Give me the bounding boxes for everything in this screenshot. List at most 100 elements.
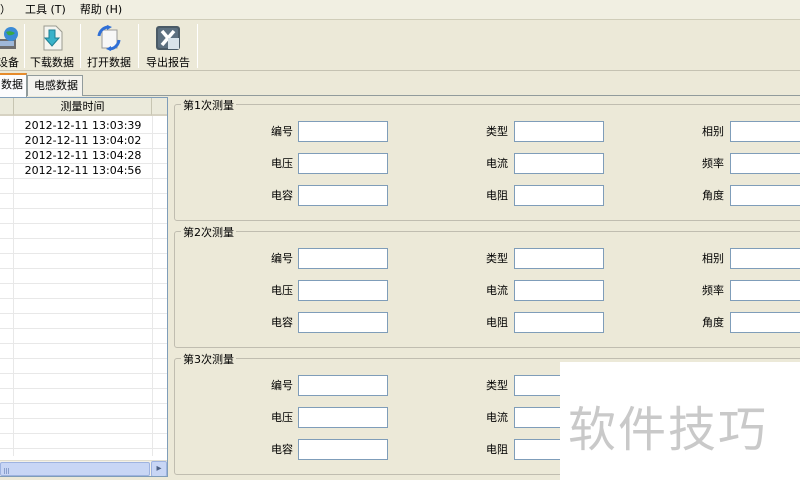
- device-button-label: 设备: [0, 56, 19, 69]
- download-data-button[interactable]: 下载数据: [27, 21, 77, 71]
- scrollbar-thumb[interactable]: [0, 462, 150, 476]
- measurement-group-2: 第2次测量 编号 类型 相别 电压 电流 频率 电容 电阻 角度: [174, 224, 800, 348]
- measurement-list[interactable]: 测量时间 2012-12-11 13:03:39 2012-12-11 13:0…: [0, 97, 168, 477]
- voltage-field[interactable]: [298, 407, 388, 428]
- field-label: 电容: [271, 443, 293, 456]
- toolbar-separator: [138, 24, 139, 68]
- toolbar-separator: [80, 24, 81, 68]
- list-item-time: 2012-12-11 13:04:56: [24, 164, 142, 177]
- field-label: 电流: [486, 284, 508, 297]
- excel-export-icon: [156, 26, 180, 50]
- list-item[interactable]: 2012-12-11 13:04:02: [0, 134, 167, 149]
- tab-strip: 数据 电感数据: [0, 72, 800, 97]
- list-item: [0, 284, 167, 299]
- list-item[interactable]: 2012-12-11 13:04:56: [0, 164, 167, 179]
- number-field[interactable]: [298, 248, 388, 269]
- resistance-field[interactable]: [514, 312, 604, 333]
- frequency-field[interactable]: [730, 280, 800, 301]
- current-field[interactable]: [514, 280, 604, 301]
- field-label: 类型: [486, 252, 508, 265]
- phase-field[interactable]: [730, 248, 800, 269]
- field-label: 类型: [486, 379, 508, 392]
- list-item[interactable]: 2012-12-11 13:03:39: [0, 119, 167, 134]
- voltage-field[interactable]: [298, 153, 388, 174]
- list-item: [0, 329, 167, 344]
- device-button[interactable]: 设备: [0, 21, 30, 71]
- list-item: [0, 314, 167, 329]
- field-label: 电阻: [486, 443, 508, 456]
- capacitance-field[interactable]: [298, 312, 388, 333]
- angle-field[interactable]: [730, 312, 800, 333]
- list-item-time: 2012-12-11 13:04:02: [24, 134, 142, 147]
- watermark: 软件技巧: [560, 362, 800, 480]
- menu-item-tools[interactable]: 工具 (T): [21, 0, 70, 20]
- field-label: 电压: [271, 284, 293, 297]
- menu-item-partial[interactable]: ）: [0, 0, 15, 20]
- list-item[interactable]: 2012-12-11 13:04:28: [0, 149, 167, 164]
- field-label: 电压: [271, 411, 293, 424]
- list-header-cell[interactable]: [152, 98, 167, 116]
- number-field[interactable]: [298, 121, 388, 142]
- list-item: [0, 404, 167, 419]
- field-label: 类型: [486, 125, 508, 138]
- download-arrow-icon: [43, 25, 63, 51]
- list-item-time: 2012-12-11 13:04:28: [24, 149, 142, 162]
- menu-bar: ） 工具 (T) 帮助 (H): [0, 0, 800, 20]
- list-item: [0, 269, 167, 284]
- list-item: [0, 374, 167, 389]
- tab-inductance-data[interactable]: 电感数据: [27, 75, 83, 96]
- field-label: 电阻: [486, 189, 508, 202]
- grip-line: [4, 468, 5, 474]
- toolbar-separator: [24, 24, 25, 68]
- list-header-time[interactable]: 测量时间: [14, 98, 152, 116]
- field-label: 电流: [486, 411, 508, 424]
- group-title: 第2次测量: [181, 224, 236, 240]
- field-label: 相别: [702, 125, 724, 138]
- field-label: 电容: [271, 189, 293, 202]
- current-field[interactable]: [514, 153, 604, 174]
- toolbar: 设备 下载数据 打开数据 导出报告: [0, 21, 800, 71]
- field-label: 编号: [271, 252, 293, 265]
- download-data-label: 下载数据: [30, 56, 74, 69]
- type-field[interactable]: [514, 248, 604, 269]
- tab-inductance-data-label: 电感数据: [34, 79, 78, 92]
- capacitance-field[interactable]: [298, 185, 388, 206]
- device-globe-icon: [0, 27, 18, 49]
- field-label: 电容: [271, 316, 293, 329]
- field-label: 电压: [271, 157, 293, 170]
- capacitance-field[interactable]: [298, 439, 388, 460]
- open-data-button[interactable]: 打开数据: [84, 21, 134, 71]
- grip-line: [6, 468, 7, 474]
- list-item: [0, 389, 167, 404]
- angle-field[interactable]: [730, 185, 800, 206]
- field-label: 角度: [702, 316, 724, 329]
- open-refresh-icon: [97, 25, 121, 51]
- list-item: [0, 434, 167, 449]
- number-field[interactable]: [298, 375, 388, 396]
- resistance-field[interactable]: [514, 185, 604, 206]
- list-header-cell[interactable]: [0, 98, 14, 116]
- list-item: [0, 254, 167, 269]
- list-item-time: 2012-12-11 13:03:39: [24, 119, 142, 132]
- export-report-button[interactable]: 导出报告: [142, 21, 194, 71]
- list-item: [0, 194, 167, 209]
- voltage-field[interactable]: [298, 280, 388, 301]
- field-label: 编号: [271, 125, 293, 138]
- list-item: [0, 224, 167, 239]
- phase-field[interactable]: [730, 121, 800, 142]
- grip-line: [8, 468, 9, 474]
- field-label: 电阻: [486, 316, 508, 329]
- watermark-text: 软件技巧: [568, 402, 769, 458]
- export-report-label: 导出报告: [146, 56, 190, 69]
- tab-data[interactable]: 数据: [0, 73, 27, 97]
- field-label: 相别: [702, 252, 724, 265]
- list-item: [0, 419, 167, 434]
- horizontal-scrollbar[interactable]: ▸: [0, 460, 167, 476]
- field-label: 电流: [486, 157, 508, 170]
- menu-item-help[interactable]: 帮助 (H): [76, 0, 126, 20]
- field-label: 编号: [271, 379, 293, 392]
- scroll-right-arrow-icon[interactable]: ▸: [151, 461, 167, 476]
- frequency-field[interactable]: [730, 153, 800, 174]
- list-item: [0, 239, 167, 254]
- type-field[interactable]: [514, 121, 604, 142]
